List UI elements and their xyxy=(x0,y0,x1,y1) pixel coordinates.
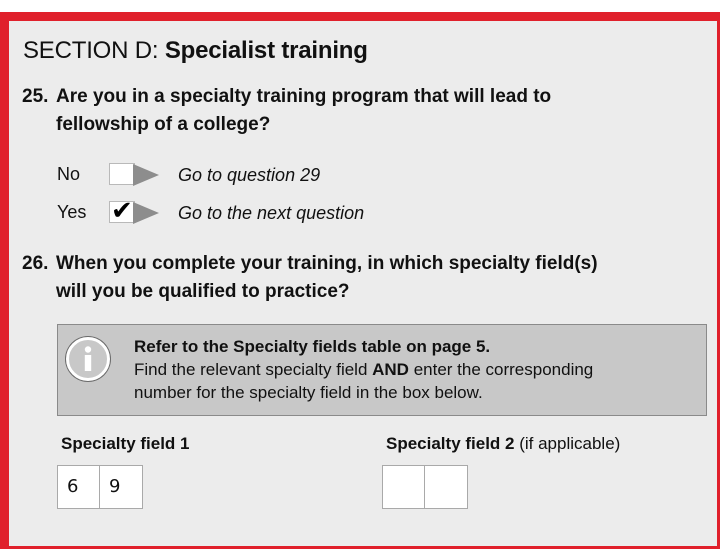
question-26: 26. When you complete your training, in w… xyxy=(22,250,598,306)
section-prefix: SECTION D: xyxy=(23,37,165,64)
info-line2-end: enter the corresponding xyxy=(408,360,594,379)
question-text-line1: When you complete your training, in whic… xyxy=(56,253,598,274)
option-label: No xyxy=(57,164,81,184)
arrow-right-icon xyxy=(133,164,159,186)
goto-instruction: Go to question 29 xyxy=(178,165,321,185)
info-line2: Find the relevant specialty field AND en… xyxy=(134,358,593,381)
info-line2-emphasis: AND xyxy=(372,360,409,379)
question-text-line2: fellowship of a college? xyxy=(56,114,271,135)
question-number: 25. xyxy=(22,86,49,107)
digit-box[interactable]: 9 xyxy=(100,465,143,509)
section-name: Specialist training xyxy=(164,37,368,64)
section-title: SECTION D: Specialist training xyxy=(23,37,368,65)
goto-instruction: Go to the next question xyxy=(178,203,365,223)
no-checkbox[interactable] xyxy=(109,163,135,185)
digit-box[interactable]: 6 xyxy=(57,465,100,509)
field-label-text: Specialty field 2 xyxy=(386,434,515,453)
field-label-note: (if applicable) xyxy=(514,434,621,453)
question-number: 26. xyxy=(22,253,49,274)
specialty-field-2-input xyxy=(382,465,468,509)
checkmark-icon: ✔ xyxy=(111,195,133,225)
form-section-frame: SECTION D: Specialist training 25. Are yo… xyxy=(0,12,720,549)
question-25: 25. Are you in a specialty training progr… xyxy=(22,83,551,139)
specialty-field-1-label: Specialty field 1 xyxy=(61,434,190,454)
info-callout: Refer to the Specialty fields table on p… xyxy=(57,324,707,416)
info-line2-start: Find the relevant specialty field xyxy=(134,360,373,379)
specialty-field-1-input: 6 9 xyxy=(57,465,143,509)
arrow-right-icon xyxy=(133,202,159,224)
specialty-field-2-label: Specialty field 2 (if applicable) xyxy=(386,434,620,454)
digit-box[interactable] xyxy=(382,465,425,509)
question-text-line2: will you be qualified to practice? xyxy=(56,281,350,302)
info-line3: number for the specialty field in the bo… xyxy=(134,383,483,402)
question-text-line1: Are you in a specialty training program … xyxy=(56,86,552,107)
info-icon xyxy=(66,337,110,381)
info-text: Refer to the Specialty fields table on p… xyxy=(134,335,593,404)
info-line1: Refer to the Specialty fields table on p… xyxy=(134,337,491,356)
field-label-text: Specialty field 1 xyxy=(61,434,190,453)
option-label: Yes xyxy=(57,202,87,222)
digit-box[interactable] xyxy=(425,465,468,509)
